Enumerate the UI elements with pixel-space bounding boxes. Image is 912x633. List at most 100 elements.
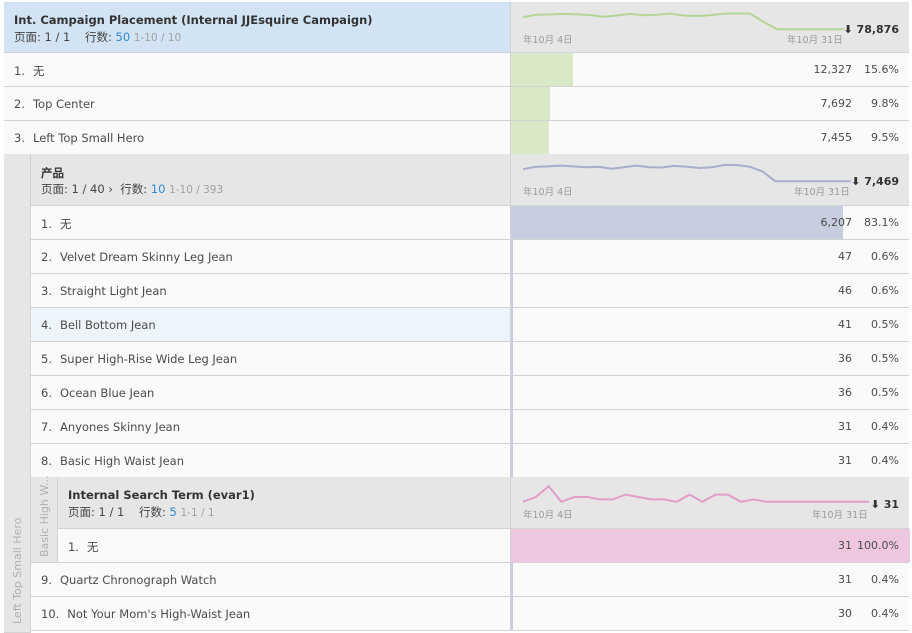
page-value: 1 / 1 bbox=[98, 505, 125, 519]
metric-percent: 83.1% bbox=[864, 216, 899, 229]
metric-cell: 46 0.6% bbox=[510, 274, 909, 308]
page-value: 1 / 1 bbox=[44, 30, 71, 44]
table-row[interactable]: 2. Velvet Dream Skinny Leg Jean bbox=[31, 240, 510, 274]
row-label[interactable]: Straight Light Jean bbox=[60, 284, 167, 298]
row-number: 6. bbox=[41, 386, 52, 400]
share-bar bbox=[511, 274, 514, 307]
row-label[interactable]: Quartz Chronograph Watch bbox=[60, 573, 217, 587]
table-row[interactable]: 9. Quartz Chronograph Watch bbox=[31, 563, 510, 597]
metric-value: 31 bbox=[838, 454, 852, 467]
metric-value: 31 bbox=[838, 539, 852, 552]
page-label: 页面: bbox=[14, 30, 41, 44]
table-row[interactable]: 1. 无 bbox=[4, 53, 510, 87]
rows-per-page[interactable]: 50 bbox=[116, 30, 131, 44]
row-number: 4. bbox=[41, 318, 52, 332]
share-bar bbox=[511, 240, 514, 273]
breakdown-gutter-left-top-small-hero: Left Top Small Hero bbox=[4, 154, 31, 633]
row-label[interactable]: Top Center bbox=[33, 97, 95, 111]
table-row[interactable]: 5. Super High-Rise Wide Leg Jean bbox=[31, 342, 510, 376]
total-value: 31 bbox=[883, 498, 899, 511]
metric-percent: 0.5% bbox=[871, 352, 899, 365]
breakdown-label: Left Top Small Hero bbox=[11, 517, 24, 624]
row-label[interactable]: Velvet Dream Skinny Leg Jean bbox=[60, 250, 233, 264]
row-label[interactable]: Super High-Rise Wide Leg Jean bbox=[60, 352, 237, 366]
campaign-placement-metric-header: 年10月 4日 年10月 31日 ⬇ 78,876 bbox=[510, 2, 909, 53]
row-label[interactable]: Ocean Blue Jean bbox=[60, 386, 154, 400]
share-bar bbox=[511, 87, 551, 120]
dimension-title[interactable]: Int. Campaign Placement (Internal JJEsqu… bbox=[14, 13, 373, 27]
table-row[interactable]: 3. Left Top Small Hero bbox=[4, 121, 510, 155]
metric-percent: 100.0% bbox=[857, 539, 899, 552]
metric-cell: 31 0.4% bbox=[510, 563, 909, 597]
row-label[interactable]: 无 bbox=[87, 540, 99, 554]
rows-per-page[interactable]: 10 bbox=[151, 182, 166, 196]
metric-total: ⬇ 31 bbox=[871, 498, 899, 511]
metric-percent: 9.8% bbox=[871, 97, 899, 110]
rows-label: 行数: bbox=[84, 30, 112, 44]
metric-cell: 41 0.5% bbox=[510, 308, 909, 342]
metric-cell: 7,692 9.8% bbox=[510, 87, 909, 121]
table-row[interactable]: 8. Basic High Waist Jean bbox=[31, 444, 510, 478]
row-label[interactable]: Not Your Mom's High-Waist Jean bbox=[67, 607, 250, 621]
metric-percent: 0.4% bbox=[871, 420, 899, 433]
metric-cell: 31 0.4% bbox=[510, 410, 909, 444]
search-term-metric-header: 年10月 4日 年10月 31日 ⬇ 31 bbox=[510, 477, 909, 529]
next-page-icon[interactable]: › bbox=[108, 182, 113, 196]
rows-label: 行数: bbox=[138, 505, 166, 519]
metric-cell: 30 0.4% bbox=[510, 597, 909, 631]
page-label: 页面: bbox=[68, 505, 95, 519]
row-number: 8. bbox=[41, 454, 52, 468]
row-number: 10. bbox=[41, 607, 60, 621]
metric-cell: 47 0.6% bbox=[510, 240, 909, 274]
row-number: 5. bbox=[41, 352, 52, 366]
row-number: 1. bbox=[14, 64, 25, 78]
row-label[interactable]: Basic High Waist Jean bbox=[60, 454, 184, 468]
table-row[interactable]: 4. Bell Bottom Jean bbox=[31, 308, 510, 342]
table-row[interactable]: 1. 无 bbox=[31, 206, 510, 240]
share-bar bbox=[511, 308, 513, 341]
pagination: 页面: 1 / 40 › 行数: 10 1-10 / 393 bbox=[41, 181, 223, 197]
metric-cell: 7,455 9.5% bbox=[510, 121, 909, 155]
pagination: 页面: 1 / 1 行数: 5 1-1 / 1 bbox=[68, 504, 215, 520]
sort-down-icon[interactable]: ⬇ bbox=[851, 175, 860, 188]
metric-value: 12,327 bbox=[813, 63, 853, 76]
metric-value: 30 bbox=[838, 607, 852, 620]
total-value: 7,469 bbox=[864, 175, 899, 188]
row-label[interactable]: 无 bbox=[33, 64, 45, 78]
metric-value: 7,455 bbox=[820, 131, 853, 144]
table-row[interactable]: 7. Anyones Skinny Jean bbox=[31, 410, 510, 444]
metric-percent: 0.6% bbox=[871, 284, 899, 297]
row-range: 1-10 / 10 bbox=[133, 32, 182, 44]
row-number: 1. bbox=[68, 540, 79, 554]
total-value: 78,876 bbox=[856, 23, 899, 36]
share-bar bbox=[511, 121, 549, 154]
date-end: 年10月 31日 bbox=[794, 187, 850, 198]
rows-per-page[interactable]: 5 bbox=[170, 505, 177, 519]
share-bar bbox=[511, 53, 574, 86]
share-bar bbox=[511, 597, 513, 630]
row-number: 2. bbox=[14, 97, 25, 111]
row-label[interactable]: Bell Bottom Jean bbox=[60, 318, 156, 332]
dimension-title[interactable]: Internal Search Term (evar1) bbox=[68, 488, 255, 502]
metric-cell: 36 0.5% bbox=[510, 376, 909, 410]
table-row[interactable]: 3. Straight Light Jean bbox=[31, 274, 510, 308]
sort-down-icon[interactable]: ⬇ bbox=[871, 498, 880, 511]
metric-cell: 6,207 83.1% bbox=[510, 206, 909, 240]
table-row[interactable]: 2. Top Center bbox=[4, 87, 510, 121]
row-label[interactable]: Left Top Small Hero bbox=[33, 131, 144, 145]
metric-value: 7,692 bbox=[820, 97, 853, 110]
row-label[interactable]: 无 bbox=[60, 217, 72, 231]
share-bar bbox=[511, 342, 513, 375]
sort-down-icon[interactable]: ⬇ bbox=[843, 23, 852, 36]
page-label: 页面: bbox=[41, 182, 68, 196]
table-row[interactable]: 10. Not Your Mom's High-Waist Jean bbox=[31, 597, 510, 631]
metric-value: 41 bbox=[838, 318, 852, 331]
share-bar bbox=[511, 563, 513, 596]
dimension-title[interactable]: 产品 bbox=[41, 165, 64, 181]
table-row[interactable]: 1. 无 bbox=[58, 529, 510, 563]
table-row[interactable]: 6. Ocean Blue Jean bbox=[31, 376, 510, 410]
row-label[interactable]: Anyones Skinny Jean bbox=[60, 420, 180, 434]
date-end: 年10月 31日 bbox=[787, 35, 843, 46]
products-metric-header: 年10月 4日 年10月 31日 ⬇ 7,469 bbox=[510, 154, 909, 206]
row-number: 7. bbox=[41, 420, 52, 434]
